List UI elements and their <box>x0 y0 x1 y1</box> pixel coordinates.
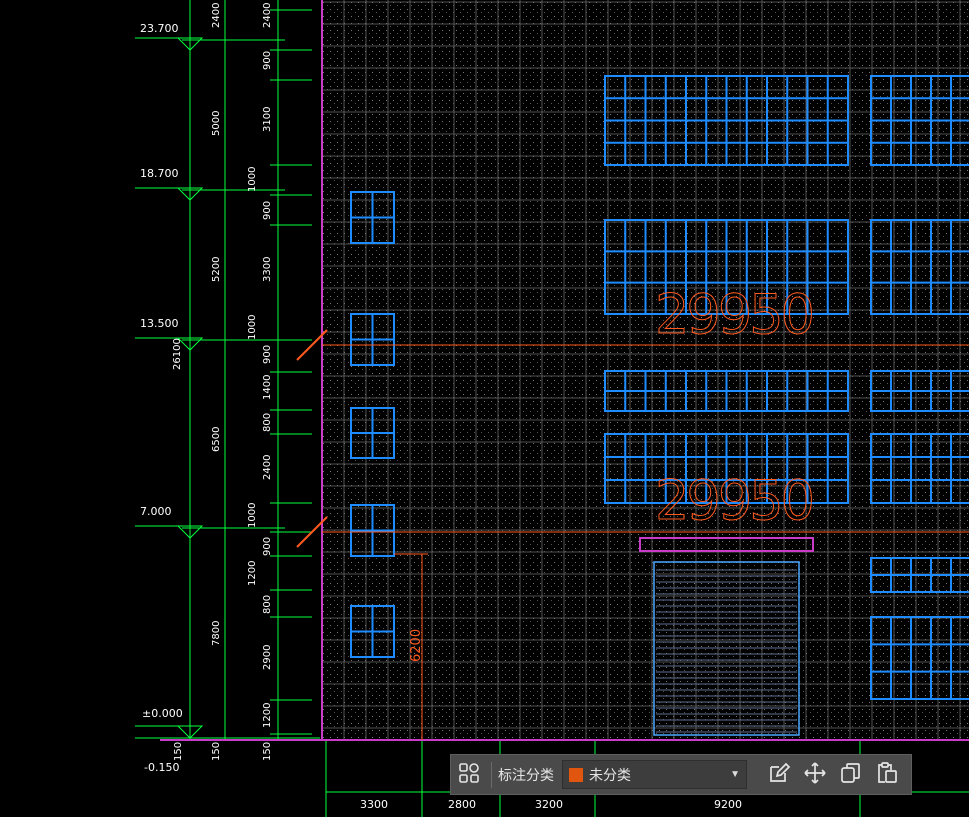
storey-dim: 150 <box>211 742 222 761</box>
paste-icon <box>875 761 899 788</box>
elevation-label: 13.500 <box>140 317 179 330</box>
storey-dim: 6500 <box>211 427 222 452</box>
elevation-label: ±0.000 <box>142 707 183 720</box>
large-dim-label: 29950 <box>655 283 815 346</box>
move-button[interactable] <box>797 755 833 794</box>
edit-button[interactable] <box>761 755 797 794</box>
detail-dim: 900 <box>262 51 273 70</box>
category-label: 标注分类 <box>498 767 554 784</box>
storey-dim: 5200 <box>211 257 222 282</box>
opening-height-dim: 6200 <box>409 629 424 662</box>
detail-dim: 900 <box>262 345 273 364</box>
detail-dim: 1000 <box>247 503 258 528</box>
detail-dim: 2900 <box>262 645 273 670</box>
grid-select-button[interactable] <box>451 755 487 794</box>
detail-dim: 900 <box>262 201 273 220</box>
cad-drawing-canvas[interactable]: 23.700 18.700 13.500 7.000 ±0.000 -0.150… <box>0 0 969 817</box>
detail-dim: 1400 <box>262 375 273 400</box>
category-value: 未分类 <box>589 767 631 784</box>
detail-dim: 2400 <box>262 455 273 480</box>
bottom-dim: 2800 <box>448 798 476 811</box>
category-select[interactable]: 未分类 ▼ <box>562 760 747 789</box>
category-color-swatch <box>569 767 583 782</box>
copy-button[interactable] <box>833 755 869 794</box>
detail-dim: 800 <box>262 595 273 614</box>
elevation-labels: 23.700 18.700 13.500 7.000 ±0.000 -0.150 <box>140 22 183 774</box>
elevation-label: 7.000 <box>140 505 172 518</box>
detail-dim: 900 <box>262 537 273 556</box>
storey-dim: 150 <box>173 742 184 761</box>
paste-button[interactable] <box>869 755 905 794</box>
large-dim-label: 29950 <box>655 469 815 532</box>
grid-select-icon <box>458 762 480 787</box>
detail-dim: 800 <box>262 413 273 432</box>
annotation-toolbar: 标注分类 未分类 ▼ <box>450 754 912 795</box>
detail-dim: 1200 <box>247 561 258 586</box>
edit-icon <box>767 761 791 788</box>
bottom-dim-texts: 3300 2800 3200 9200 <box>360 798 742 811</box>
detail-dim: 3100 <box>262 107 273 132</box>
vertical-dim-texts: 26100 2400 5000 5200 6500 7800 150 150 2… <box>172 3 273 761</box>
storey-dim: 2400 <box>211 3 222 28</box>
detail-dim: 1000 <box>247 167 258 192</box>
total-height-dim: 26100 <box>172 338 183 370</box>
detail-dim: 3300 <box>262 257 273 282</box>
copy-icon <box>839 761 863 788</box>
detail-dim: 1000 <box>247 315 258 340</box>
elevation-label: 23.700 <box>140 22 179 35</box>
detail-dim: 1200 <box>262 703 273 728</box>
detail-dim: 2400 <box>262 3 273 28</box>
storey-dim: 5000 <box>211 111 222 136</box>
bottom-dim: 9200 <box>714 798 742 811</box>
bottom-dim: 3300 <box>360 798 388 811</box>
elevation-label: -0.150 <box>144 761 179 774</box>
move-icon <box>803 761 827 788</box>
chevron-down-icon: ▼ <box>730 769 740 780</box>
elevation-label: 18.700 <box>140 167 179 180</box>
toolbar-divider <box>491 761 492 788</box>
bottom-dim: 3200 <box>535 798 563 811</box>
detail-dim: 150 <box>262 742 273 761</box>
storey-dim: 7800 <box>211 621 222 646</box>
